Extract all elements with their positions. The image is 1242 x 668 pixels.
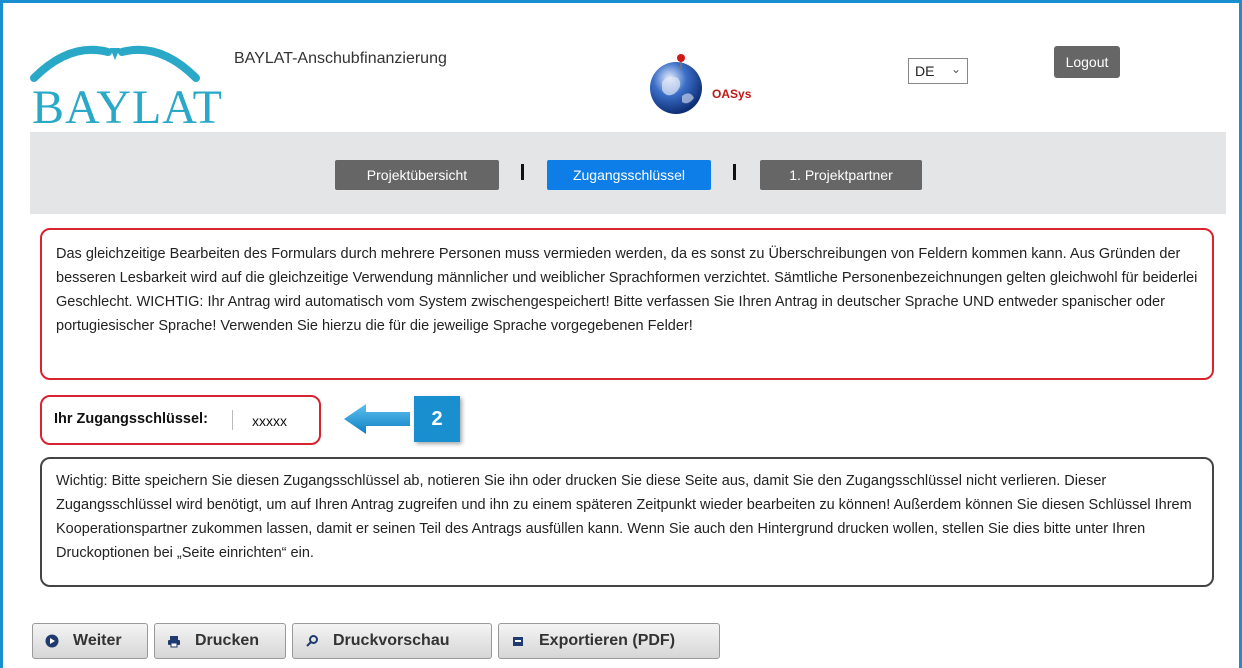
access-key-box: Ihr Zugangsschlüssel: xxxxx	[40, 395, 321, 445]
drucken-button[interactable]: Drucken	[154, 623, 286, 659]
important-note: Wichtig: Bitte speichern Sie diesen Zuga…	[40, 457, 1214, 587]
oasys-logo: OASys	[712, 87, 751, 101]
nav-separator	[521, 164, 524, 180]
chevron-down-icon: ⌄	[950, 62, 961, 76]
export-icon	[509, 632, 527, 650]
access-key-label: Ihr Zugangsschlüssel:	[54, 411, 208, 427]
drucken-label: Drucken	[195, 632, 260, 649]
tab-zugangsschluessel[interactable]: Zugangsschlüssel	[547, 160, 711, 190]
druckvorschau-button[interactable]: Druckvorschau	[292, 623, 492, 659]
divider	[232, 410, 233, 430]
tab-projektuebersicht[interactable]: Projektübersicht	[335, 160, 499, 190]
baylat-logo: BAYLAT	[30, 40, 222, 134]
nav-bar: Projektübersicht Zugangsschlüssel 1. Pro…	[30, 132, 1226, 214]
language-select[interactable]: DE ⌄	[908, 58, 968, 84]
weiter-button[interactable]: Weiter	[32, 623, 148, 659]
logo-text: BAYLAT	[32, 81, 223, 134]
logo-arc-icon	[30, 45, 200, 82]
weiter-label: Weiter	[73, 632, 122, 649]
tab-projektpartner[interactable]: 1. Projektpartner	[760, 160, 922, 190]
info-notice: Das gleichzeitige Bearbeiten des Formula…	[40, 228, 1214, 380]
search-icon	[303, 632, 321, 650]
page: BAYLAT BAYLAT-Anschubfinanzierung OASys …	[30, 10, 1226, 668]
app-title: BAYLAT-Anschubfinanzierung	[234, 50, 447, 67]
oasys-logo-text: OASys	[712, 87, 752, 101]
language-selected: DE	[915, 63, 935, 79]
arrow-left-icon	[344, 404, 410, 434]
print-icon	[165, 632, 183, 650]
exportieren-pdf-button[interactable]: Exportieren (PDF)	[498, 623, 720, 659]
access-key-value: xxxxx	[252, 413, 287, 429]
annotation-badge: 2	[414, 396, 460, 442]
nav-separator	[733, 164, 736, 180]
exportieren-pdf-label: Exportieren (PDF)	[539, 632, 676, 649]
play-circle-icon	[43, 632, 61, 650]
globe-icon	[650, 54, 702, 114]
logout-button[interactable]: Logout	[1054, 46, 1120, 78]
druckvorschau-label: Druckvorschau	[333, 632, 450, 649]
